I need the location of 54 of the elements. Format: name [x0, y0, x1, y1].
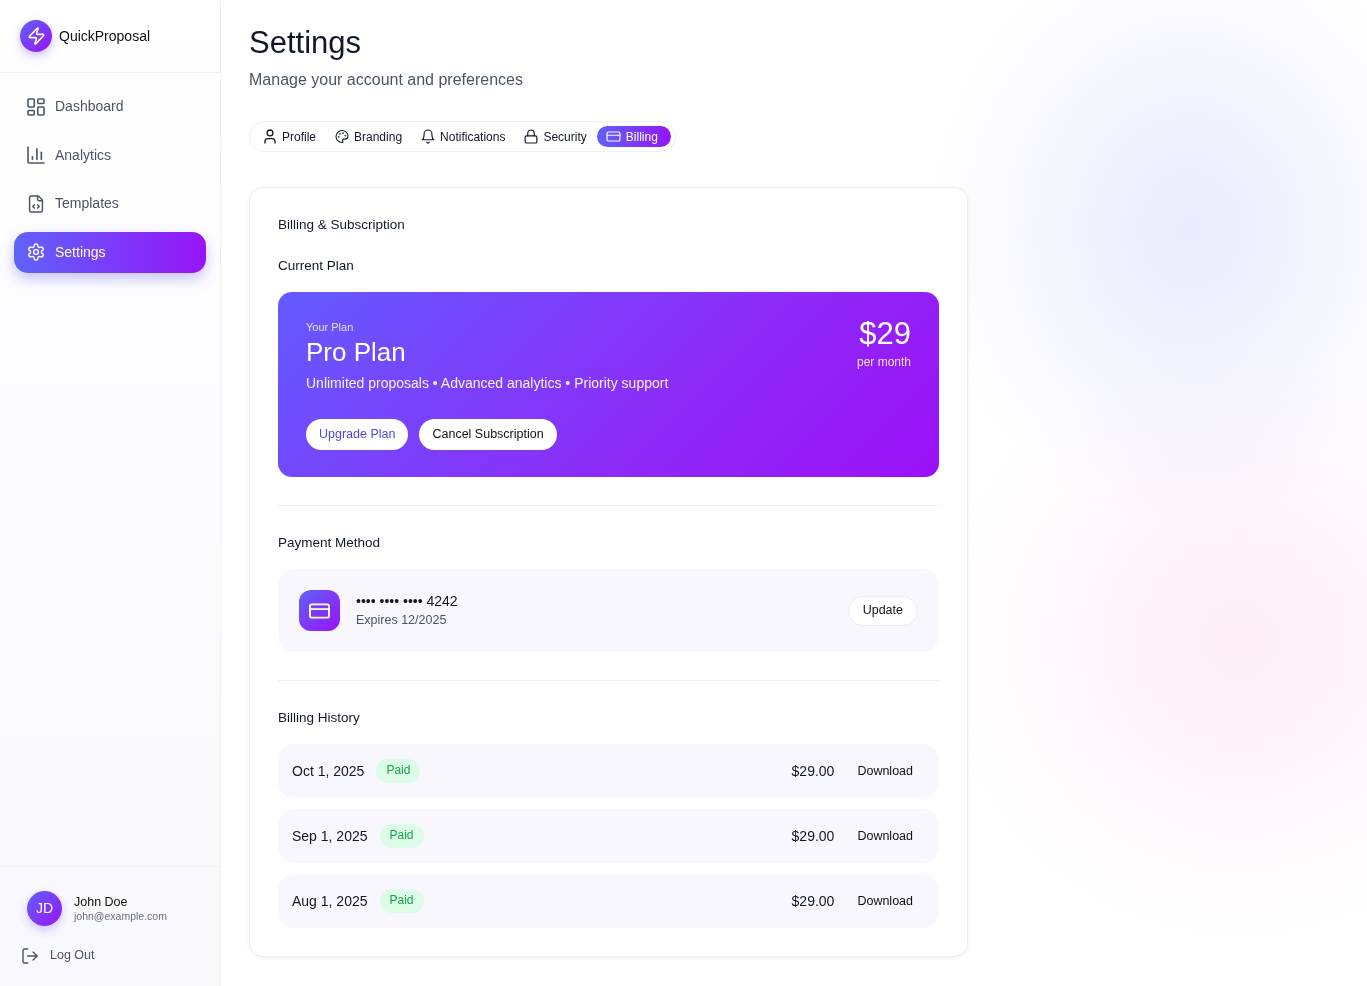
invoice-date: Aug 1, 2025: [292, 891, 368, 911]
upgrade-button[interactable]: Upgrade Plan: [306, 419, 409, 450]
download-button[interactable]: Download: [857, 826, 913, 846]
status-badge: Paid: [376, 759, 421, 783]
invoice-amount: $29.00: [791, 826, 835, 846]
credit-card-icon: [299, 590, 340, 631]
logout-button[interactable]: Log Out: [23, 946, 95, 965]
plan-label: Your Plan: [306, 321, 355, 334]
section-heading: Billing History: [278, 709, 361, 727]
cancel-button[interactable]: Cancel Subscription: [419, 419, 557, 450]
user-name: John Doe: [74, 894, 129, 910]
lock-icon: [525, 130, 538, 143]
section-heading: Payment Method: [278, 534, 382, 552]
page-title: Settings: [249, 24, 362, 61]
card-number: •••• •••• •••• 4242: [356, 593, 459, 610]
user-email: john@example.com: [74, 909, 167, 923]
palette-icon: [336, 130, 348, 143]
status-badge: Paid: [379, 889, 424, 913]
card-expiry: Expires 12/2025: [356, 613, 448, 628]
credit-card-icon: [606, 132, 620, 141]
tab[interactable]: Notifications: [412, 126, 516, 147]
status-badge: Paid: [379, 824, 424, 848]
invoice-amount: $29.00: [791, 761, 835, 781]
bell-icon: [422, 130, 435, 143]
section-title: Billing & Subscription: [278, 216, 406, 234]
download-button[interactable]: Download: [857, 761, 913, 781]
bar-chart-icon: [28, 147, 44, 163]
user-avatar: JD: [27, 891, 62, 927]
app-name: QuickProposal: [59, 26, 151, 46]
tab[interactable]: Branding: [326, 126, 413, 147]
lightning-logo-icon: [20, 20, 52, 52]
section-heading: Current Plan: [278, 257, 355, 275]
price-period: per month: [856, 355, 911, 370]
tab[interactable]: Billing: [596, 126, 671, 147]
sidebar-item[interactable]: Dashboard: [14, 86, 206, 127]
sidebar-item[interactable]: Analytics: [14, 134, 206, 176]
download-button[interactable]: Download: [857, 891, 913, 911]
plan-price: $29: [859, 316, 911, 352]
invoice-date: Sep 1, 2025: [292, 826, 368, 846]
logout-icon: [23, 948, 37, 963]
page-subtitle: Manage your account and preferences: [249, 70, 524, 90]
plan-name: Pro Plan: [306, 337, 407, 368]
invoice-amount: $29.00: [791, 891, 835, 911]
file-code-icon: [28, 195, 44, 212]
plan-features: Unlimited proposals • Advanced analytics • Priority support: [306, 374, 669, 392]
settings-icon: [28, 244, 44, 260]
update-button[interactable]: Update: [847, 595, 918, 626]
sidebar-item[interactable]: Templates: [14, 183, 206, 224]
grid-icon: [28, 98, 44, 115]
tab[interactable]: Profile: [254, 126, 326, 147]
tab[interactable]: Security: [515, 126, 597, 147]
user-icon: [264, 130, 276, 143]
invoice-date: Oct 1, 2025: [292, 761, 365, 781]
sidebar-item[interactable]: Settings: [14, 231, 206, 273]
